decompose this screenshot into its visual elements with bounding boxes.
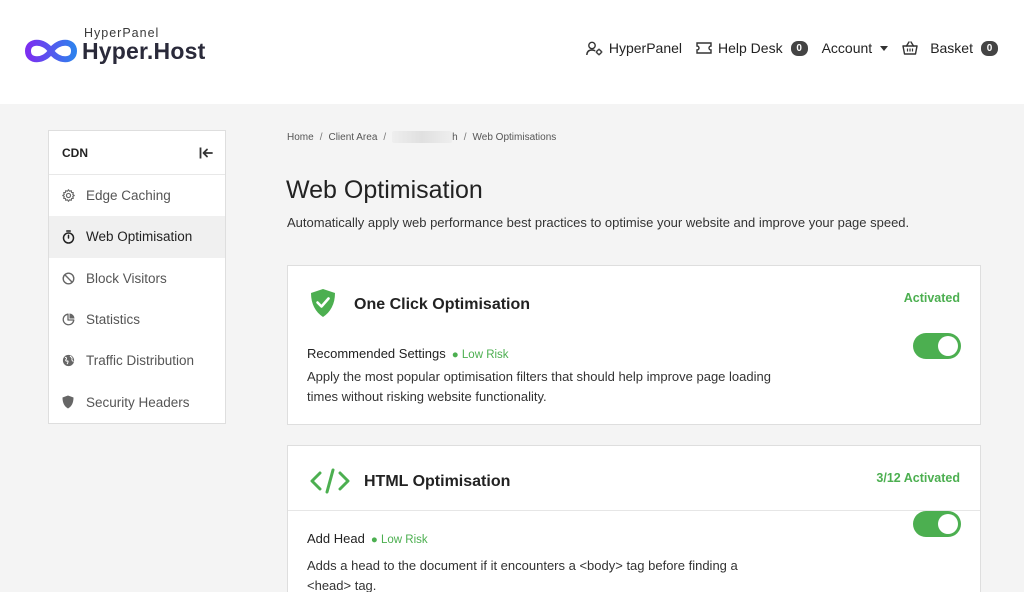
stopwatch-icon bbox=[61, 230, 75, 244]
caret-down-icon bbox=[880, 45, 889, 51]
pie-chart-icon bbox=[61, 313, 75, 327]
nav-help-desk-label: Help Desk bbox=[718, 40, 783, 56]
card-divider bbox=[288, 510, 980, 511]
top-header: HyperPanel Hyper.Host HyperPanel Help De… bbox=[0, 0, 1024, 104]
risk-badge: ● Low Risk bbox=[451, 349, 509, 361]
sidebar-item-statistics[interactable]: Statistics bbox=[49, 299, 225, 340]
sidebar-item-label: Web Optimisation bbox=[86, 229, 193, 245]
breadcrumb: Home / Client Area / h / Web Optimisatio… bbox=[287, 131, 556, 143]
sidebar-title: CDN bbox=[62, 145, 88, 160]
nav-hyperpanel-label: HyperPanel bbox=[608, 40, 682, 56]
sidebar-item-web-optimisation[interactable]: Web Optimisation bbox=[49, 216, 225, 258]
risk-label: Low Risk bbox=[380, 534, 428, 546]
breadcrumb-current: Web Optimisations bbox=[472, 131, 557, 143]
card-title: One Click Optimisation bbox=[354, 296, 531, 313]
hyperhost-logo[interactable]: HyperPanel Hyper.Host bbox=[22, 24, 205, 70]
ticket-icon bbox=[696, 42, 712, 54]
risk-label: Low Risk bbox=[461, 349, 509, 361]
html-optimisation-card: HTML Optimisation 3/12 Activated Add Hea… bbox=[287, 445, 981, 592]
shield-icon bbox=[61, 395, 75, 409]
card-status: 3/12 Activated bbox=[876, 471, 960, 485]
sidebar-header: CDN bbox=[49, 131, 225, 175]
top-nav: HyperPanel Help Desk 0 Account Basket 0 bbox=[572, 40, 998, 56]
setting-add-head: Add Head ● Low Risk bbox=[307, 531, 428, 546]
sidebar-item-label: Security Headers bbox=[86, 394, 190, 410]
setting-name-label: Recommended Settings bbox=[307, 346, 446, 361]
add-head-toggle[interactable] bbox=[913, 511, 961, 537]
sidebar-item-label: Traffic Distribution bbox=[86, 353, 195, 369]
recommended-settings-toggle[interactable] bbox=[913, 333, 961, 359]
logo-title: Hyper.Host bbox=[82, 38, 206, 64]
breadcrumb-client-area[interactable]: Client Area bbox=[328, 132, 377, 143]
globe-icon bbox=[61, 354, 75, 368]
sidebar-item-security-headers[interactable]: Security Headers bbox=[49, 381, 225, 422]
infinity-logo-icon bbox=[24, 39, 78, 63]
setting-name-label: Add Head bbox=[307, 531, 365, 546]
sidebar-item-block-visitors[interactable]: Block Visitors bbox=[49, 258, 225, 299]
setting-recommended-settings: Recommended Settings ● Low Risk bbox=[307, 346, 509, 361]
sidebar-item-traffic-distribution[interactable]: Traffic Distribution bbox=[49, 340, 225, 381]
collapse-sidebar-icon[interactable] bbox=[199, 147, 213, 159]
basket-icon bbox=[902, 41, 918, 55]
setting-description: Apply the most popular optimisation filt… bbox=[307, 369, 771, 404]
one-click-optimisation-card: One Click Optimisation Activated Recomme… bbox=[287, 265, 981, 425]
user-gear-icon bbox=[585, 41, 603, 55]
breadcrumb-separator: / bbox=[383, 131, 387, 143]
nav-basket[interactable]: Basket 0 bbox=[902, 40, 998, 56]
cdn-sidebar: CDN Edge Caching Web Optimisation Block … bbox=[48, 130, 226, 424]
sidebar-item-label: Edge Caching bbox=[86, 188, 171, 204]
nav-basket-label: Basket bbox=[930, 40, 973, 56]
card-title: HTML Optimisation bbox=[364, 473, 511, 490]
gear-icon bbox=[61, 189, 75, 203]
breadcrumb-domain-suffix[interactable]: h bbox=[452, 132, 458, 143]
nav-help-desk[interactable]: Help Desk 0 bbox=[696, 40, 808, 56]
setting-description: Adds a head to the document if it encoun… bbox=[307, 558, 738, 592]
code-icon bbox=[310, 468, 350, 494]
breadcrumb-home[interactable]: Home bbox=[287, 132, 314, 143]
risk-badge: ● Low Risk bbox=[370, 534, 428, 546]
card-status: Activated bbox=[903, 291, 960, 305]
nav-account[interactable]: Account bbox=[822, 40, 889, 56]
sidebar-item-label: Statistics bbox=[86, 312, 141, 328]
breadcrumb-separator: / bbox=[319, 131, 323, 143]
ban-icon bbox=[61, 271, 75, 285]
breadcrumb-separator: / bbox=[463, 131, 467, 143]
shield-check-icon bbox=[311, 289, 335, 317]
nav-hyperpanel[interactable]: HyperPanel bbox=[585, 40, 682, 56]
page-description: Automatically apply web performance best… bbox=[287, 215, 910, 230]
help-desk-count-badge: 0 bbox=[790, 40, 808, 56]
page-title: Web Optimisation bbox=[286, 176, 483, 204]
nav-account-label: Account bbox=[821, 40, 873, 56]
basket-count-badge: 0 bbox=[981, 40, 998, 56]
sidebar-item-label: Block Visitors bbox=[86, 270, 167, 286]
sidebar-item-edge-caching[interactable]: Edge Caching bbox=[49, 175, 225, 216]
breadcrumb-domain-redacted[interactable] bbox=[392, 131, 453, 143]
